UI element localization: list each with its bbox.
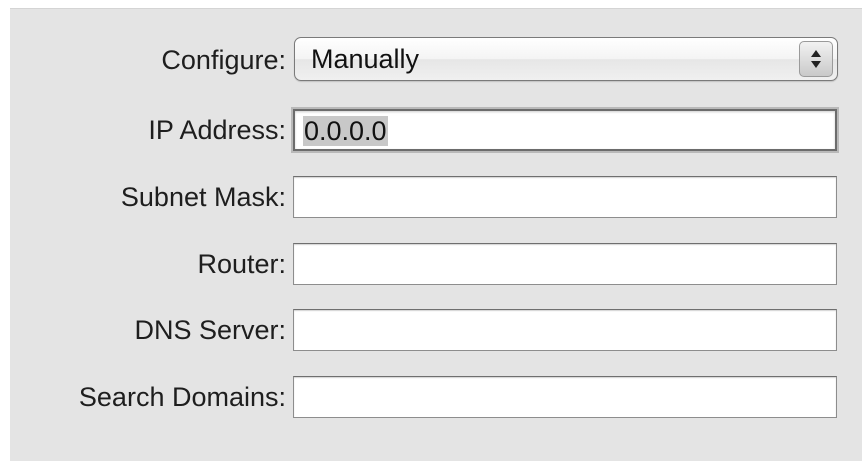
dns-server-label: DNS Server: [134,315,286,345]
subnet-mask-row: Subnet Mask: [10,170,862,224]
router-row: Router: [10,237,862,291]
network-settings-panel: Configure: Manually IP Address: 0.0.0.0 … [10,8,862,461]
search-domains-field[interactable] [293,376,837,418]
subnet-mask-label: Subnet Mask: [120,182,286,212]
subnet-mask-field[interactable] [293,176,837,218]
search-domains-row: Search Domains: [10,370,862,424]
ip-address-label: IP Address: [148,115,286,145]
dns-server-field[interactable] [293,309,837,351]
ip-address-row: IP Address: 0.0.0.0 [10,103,862,157]
configure-popup[interactable]: Manually [294,37,838,81]
configure-row: Configure: Manually [10,33,862,87]
router-field[interactable] [293,243,837,285]
ip-address-value: 0.0.0.0 [303,116,388,146]
configure-selected-value: Manually [311,44,420,74]
configure-label: Configure: [161,45,286,75]
ip-address-field[interactable]: 0.0.0.0 [293,109,837,151]
search-domains-label: Search Domains: [78,382,286,412]
dns-server-row: DNS Server: [10,303,862,357]
up-down-chevron-icon [799,41,833,77]
router-label: Router: [197,249,286,279]
